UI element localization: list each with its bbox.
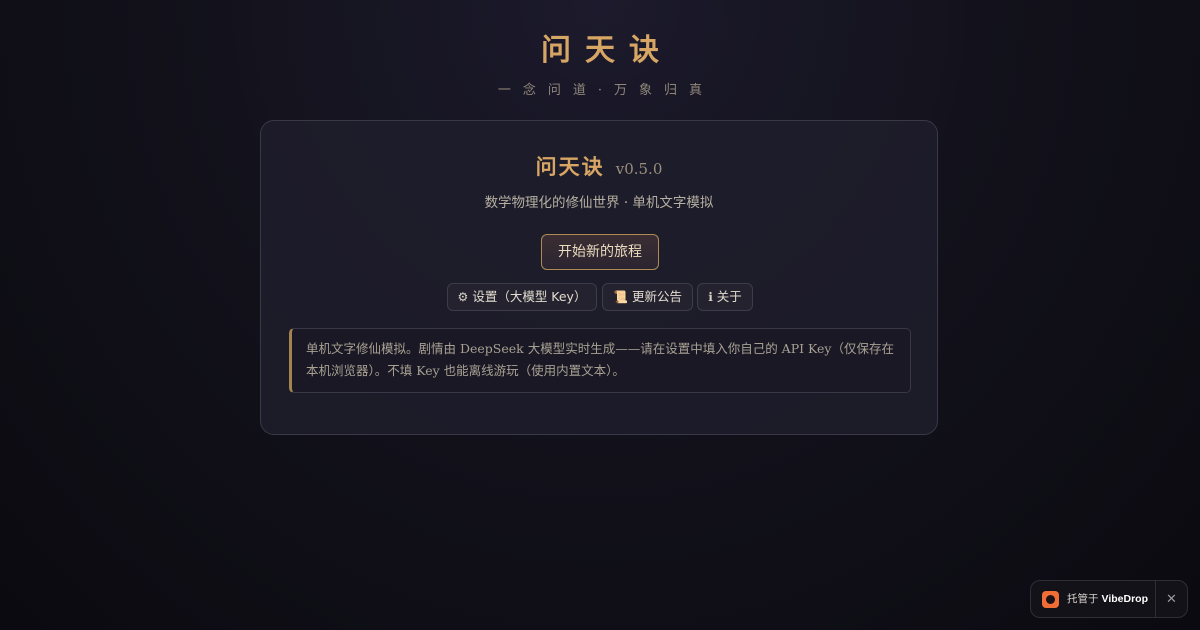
close-icon[interactable]: ✕	[1156, 581, 1187, 617]
update-notice-button[interactable]: 📜 更新公告	[602, 283, 693, 311]
site-subtitle: 一念问道·万象归真	[497, 83, 715, 98]
version-label: v0.5.0	[615, 160, 663, 178]
about-button-label: 关于	[716, 289, 742, 304]
intro-notice: 单机文字修仙模拟。剧情由 DeepSeek 大模型实时生成——请在设置中填入你自…	[289, 328, 911, 393]
settings-button-label: 设置（大模型 Key）	[472, 289, 587, 304]
start-journey-button[interactable]: 开始新的旅程	[541, 234, 659, 270]
card-title-row: 问天诀 v0.5.0	[261, 151, 937, 185]
hosting-badge-prefix: 托管于	[1067, 593, 1099, 605]
scroll-icon: 📜	[613, 290, 628, 304]
about-button[interactable]: ℹ 关于	[697, 283, 753, 311]
info-icon: ℹ	[708, 290, 713, 304]
hosting-badge-brand: VibeDrop	[1101, 593, 1148, 605]
settings-button[interactable]: ⚙ 设置（大模型 Key）	[447, 283, 597, 311]
card-title: 问天诀	[535, 154, 605, 179]
secondary-button-row: ⚙ 设置（大模型 Key） 📜 更新公告 ℹ 关于	[261, 283, 937, 311]
gear-icon: ⚙	[457, 290, 469, 304]
hosting-badge-text: 托管于 VibeDrop	[1067, 581, 1148, 617]
main-card: 问天诀 v0.5.0 数学物理化的修仙世界 · 单机文字模拟 开始新的旅程 ⚙ 设…	[260, 120, 938, 435]
site-title: 问天诀	[541, 33, 673, 68]
vibedrop-logo-icon	[1042, 591, 1059, 608]
card-tagline: 数学物理化的修仙世界 · 单机文字模拟	[484, 195, 714, 211]
hosting-badge[interactable]: 托管于 VibeDrop ✕	[1030, 580, 1188, 618]
update-notice-button-label: 更新公告	[631, 289, 682, 304]
